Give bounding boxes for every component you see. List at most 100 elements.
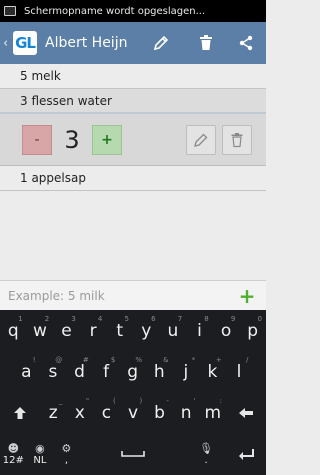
trash-icon <box>231 132 243 147</box>
pencil-icon <box>194 133 208 147</box>
key-c[interactable]: c( <box>93 394 120 432</box>
comma-key[interactable]: ⚙, <box>53 435 80 473</box>
key-q[interactable]: q1 <box>0 312 27 350</box>
list-item-selected[interactable]: 3 flessen water <box>0 89 266 114</box>
key-n[interactable]: n ' <box>173 394 200 432</box>
key-p[interactable]: p0 <box>239 312 266 350</box>
key-letter: c <box>101 403 112 423</box>
settings-icon: ⚙ <box>61 441 72 455</box>
key-letter: d <box>74 362 85 382</box>
key-alt: # <box>82 356 89 364</box>
soft-keyboard: q1 w2 e3 r4 t5 y6 u7 i8 o9 p0 a! s @ d # f… <box>0 310 266 475</box>
key-letter: a <box>21 362 32 382</box>
key-alt: ! <box>32 356 36 364</box>
key-x[interactable]: x " <box>67 394 94 432</box>
key-alt: / <box>245 356 249 364</box>
new-item-input[interactable] <box>0 282 232 309</box>
key-alt: 1 <box>18 315 23 323</box>
key-alt: ( <box>112 397 116 405</box>
key-letter: e <box>61 321 72 341</box>
screenshot-icon <box>4 6 16 16</box>
key-e[interactable]: e3 <box>53 312 80 350</box>
item-editor: - 3 + <box>0 114 266 166</box>
key-alt: 9 <box>230 315 236 323</box>
share-icon <box>239 35 253 51</box>
key-alt: " <box>85 397 90 405</box>
decrease-quantity-button[interactable]: - <box>22 124 52 155</box>
backspace-icon <box>239 408 253 418</box>
symbols-key[interactable]: ☻ 12# <box>0 435 27 473</box>
key-alt: * <box>191 356 196 364</box>
key-a[interactable]: a! <box>13 353 40 391</box>
app-logo[interactable]: GL <box>13 31 37 55</box>
key-g[interactable]: g% <box>119 353 146 391</box>
list-item[interactable]: 1 appelsap <box>0 166 266 191</box>
key-label: . <box>204 454 208 466</box>
keyboard-row-2: a! s @ d # f $ g% h & j * k + l / <box>0 353 266 391</box>
key-alt: 0 <box>257 315 262 323</box>
space-bar-icon <box>121 451 145 457</box>
key-o[interactable]: o9 <box>213 312 240 350</box>
key-z[interactable]: z _ <box>40 394 67 432</box>
key-alt: 5 <box>124 315 129 323</box>
delete-item-button[interactable] <box>222 124 252 155</box>
key-f[interactable]: f $ <box>93 353 120 391</box>
shift-arrow-icon <box>13 407 26 419</box>
edit-list-button[interactable] <box>136 22 186 64</box>
key-s[interactable]: s @ <box>40 353 67 391</box>
key-r[interactable]: r4 <box>80 312 107 350</box>
key-u[interactable]: u7 <box>160 312 187 350</box>
key-letter: y <box>141 321 152 341</box>
action-bar: ‹ GL Albert Heijn <box>0 22 266 64</box>
edit-item-button[interactable] <box>186 124 216 155</box>
language-key[interactable]: ◉ NL <box>27 435 54 473</box>
space-key[interactable] <box>80 435 186 473</box>
key-b[interactable]: b- <box>146 394 173 432</box>
list-item[interactable]: 5 melk <box>0 64 266 89</box>
key-v[interactable]: v) <box>120 394 147 432</box>
key-alt: 2 <box>44 315 50 323</box>
key-alt: 7 <box>177 315 183 323</box>
key-m[interactable]: m: <box>199 394 226 432</box>
enter-key[interactable] <box>226 435 266 473</box>
key-letter: x <box>74 403 85 423</box>
key-letter: b <box>154 403 165 423</box>
key-i[interactable]: i8 <box>186 312 213 350</box>
key-letter: n <box>180 403 192 423</box>
key-l[interactable]: l / <box>226 353 253 391</box>
shift-key[interactable] <box>0 394 40 432</box>
key-alt: _ <box>59 397 63 405</box>
key-j[interactable]: j * <box>173 353 200 391</box>
key-letter: z <box>48 403 58 423</box>
key-letter: j <box>183 362 189 382</box>
key-t[interactable]: t5 <box>106 312 133 350</box>
delete-list-button[interactable] <box>186 22 226 64</box>
key-d[interactable]: d # <box>66 353 93 391</box>
key-h[interactable]: h & <box>146 353 173 391</box>
share-button[interactable] <box>226 22 266 64</box>
add-item-button[interactable]: + <box>232 281 262 311</box>
globe-icon: ◉ <box>35 441 45 455</box>
keyboard-row-3: z _ x " c( v) b- n ' m: <box>0 394 266 432</box>
key-k[interactable]: k + <box>199 353 226 391</box>
mic-key[interactable]: 🎙. <box>186 435 226 473</box>
quantity-value: 3 <box>64 125 80 154</box>
backspace-key[interactable] <box>226 394 266 432</box>
key-letter: o <box>220 321 232 341</box>
add-item-bar: + <box>0 280 266 310</box>
key-alt: 4 <box>97 315 103 323</box>
key-alt: - <box>166 397 169 405</box>
key-letter: v <box>127 403 139 423</box>
key-letter: r <box>89 321 97 341</box>
mic-icon: 🎙 <box>199 441 214 455</box>
key-letter: m <box>204 403 221 423</box>
key-letter: w <box>32 321 47 341</box>
key-w[interactable]: w2 <box>27 312 54 350</box>
status-text: Schermopname wordt opgeslagen... <box>24 5 206 17</box>
status-bar: Schermopname wordt opgeslagen... <box>0 0 266 22</box>
item-text: 1 appelsap <box>20 171 86 185</box>
list-title: Albert Heijn <box>45 35 128 51</box>
increase-quantity-button[interactable]: + <box>92 124 122 155</box>
back-chevron-icon[interactable]: ‹ <box>3 36 11 51</box>
key-y[interactable]: y6 <box>133 312 160 350</box>
